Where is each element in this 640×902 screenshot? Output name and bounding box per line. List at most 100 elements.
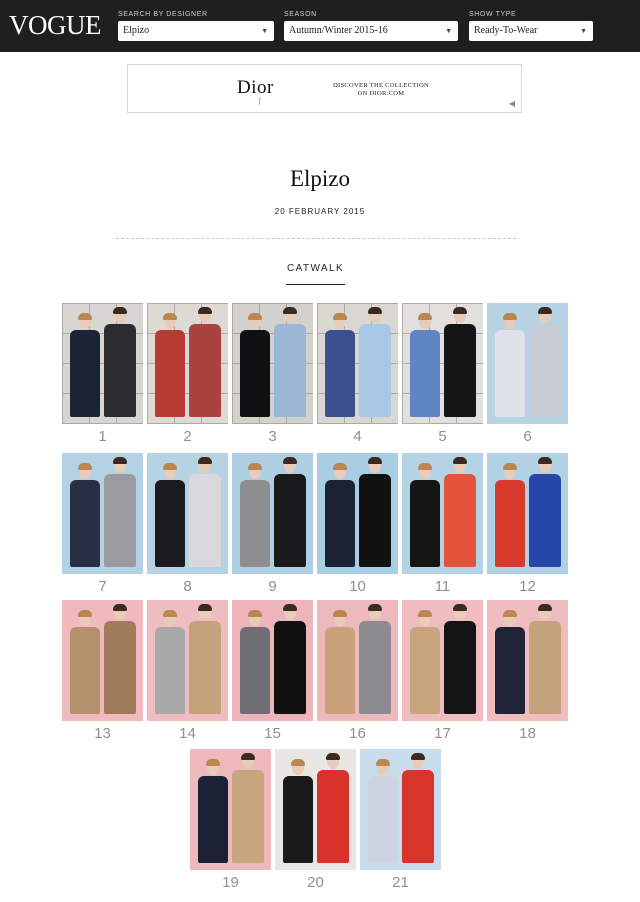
- model-hair: [198, 604, 212, 611]
- look-card[interactable]: 10: [317, 453, 398, 595]
- look-card[interactable]: 11: [402, 453, 483, 595]
- model-outfit: [240, 627, 270, 714]
- model-hair: [163, 313, 177, 320]
- look-photo[interactable]: [232, 600, 313, 721]
- model-hair: [283, 604, 297, 611]
- season-filter-label: SEASON: [284, 11, 317, 18]
- model-outfit: [283, 776, 313, 863]
- look-card[interactable]: 19: [190, 749, 271, 891]
- model-outfit: [155, 330, 185, 417]
- look-photo[interactable]: [487, 453, 568, 574]
- model-outfit: [325, 627, 355, 714]
- look-photo[interactable]: [275, 749, 356, 870]
- model-hair: [368, 457, 382, 464]
- look-card[interactable]: 5: [402, 303, 483, 445]
- look-number: 15: [264, 725, 281, 742]
- look-card[interactable]: 4: [317, 303, 398, 445]
- look-card[interactable]: 8: [147, 453, 228, 595]
- site-header: VOGUE SEARCH BY DESIGNER Elpizo ▼ SEASON…: [0, 0, 640, 52]
- look-number: 1: [98, 428, 107, 445]
- look-photo[interactable]: [62, 453, 143, 574]
- look-photo[interactable]: [147, 453, 228, 574]
- model-hair: [283, 457, 297, 464]
- look-card[interactable]: 1: [62, 303, 143, 445]
- look-photo[interactable]: [402, 303, 483, 424]
- model-outfit: [70, 330, 100, 417]
- model-hair: [376, 759, 390, 766]
- look-number: 9: [268, 578, 277, 595]
- look-card[interactable]: 3: [232, 303, 313, 445]
- model-outfit: [529, 621, 561, 714]
- model-hair: [291, 759, 305, 766]
- look-card[interactable]: 6: [487, 303, 568, 445]
- chevron-down-icon: ▼: [261, 27, 268, 35]
- season-select-value: Autumn/Winter 2015-16: [289, 25, 388, 36]
- look-number: 4: [353, 428, 362, 445]
- model-hair: [326, 753, 340, 760]
- model-outfit: [529, 324, 561, 417]
- look-card[interactable]: 7: [62, 453, 143, 595]
- model-outfit: [368, 776, 398, 863]
- look-card[interactable]: 12: [487, 453, 568, 595]
- model-hair: [368, 307, 382, 314]
- look-photo[interactable]: [487, 600, 568, 721]
- look-card[interactable]: 2: [147, 303, 228, 445]
- look-photo[interactable]: [190, 749, 271, 870]
- model-hair: [333, 610, 347, 617]
- model-outfit: [70, 627, 100, 714]
- model-hair: [198, 457, 212, 464]
- look-photo[interactable]: [317, 453, 398, 574]
- model-outfit: [325, 480, 355, 567]
- look-photo[interactable]: [147, 303, 228, 424]
- model-hair: [538, 457, 552, 464]
- model-hair: [198, 307, 212, 314]
- model-hair: [283, 307, 297, 314]
- show-type-filter: SHOW TYPE Ready-To-Wear ▼: [469, 10, 593, 41]
- look-card[interactable]: 9: [232, 453, 313, 595]
- look-photo[interactable]: [232, 303, 313, 424]
- model-hair: [113, 604, 127, 611]
- model-hair: [333, 313, 347, 320]
- model-outfit: [240, 480, 270, 567]
- look-number: 17: [434, 725, 451, 742]
- look-photo[interactable]: [317, 600, 398, 721]
- tab-catwalk[interactable]: CATWALK: [286, 263, 345, 274]
- model-hair: [248, 313, 262, 320]
- look-photo[interactable]: [402, 453, 483, 574]
- look-photo[interactable]: [62, 600, 143, 721]
- designer-filter: SEARCH BY DESIGNER Elpizo ▼: [118, 10, 274, 41]
- look-photo[interactable]: [232, 453, 313, 574]
- season-select[interactable]: Autumn/Winter 2015-16 ▼: [284, 21, 458, 41]
- look-photo[interactable]: [487, 303, 568, 424]
- model-outfit: [359, 324, 391, 417]
- look-card[interactable]: 14: [147, 600, 228, 742]
- look-card[interactable]: 15: [232, 600, 313, 742]
- look-number: 12: [519, 578, 536, 595]
- model-hair: [503, 313, 517, 320]
- chevron-down-icon: ▼: [445, 27, 452, 35]
- model-outfit: [155, 480, 185, 567]
- look-card[interactable]: 17: [402, 600, 483, 742]
- look-card[interactable]: 20: [275, 749, 356, 891]
- model-outfit: [104, 474, 136, 567]
- model-hair: [453, 604, 467, 611]
- look-photo[interactable]: [147, 600, 228, 721]
- look-card[interactable]: 18: [487, 600, 568, 742]
- look-card[interactable]: 21: [360, 749, 441, 891]
- look-card[interactable]: 16: [317, 600, 398, 742]
- look-card[interactable]: 13: [62, 600, 143, 742]
- model-outfit: [104, 324, 136, 417]
- designer-select[interactable]: Elpizo ▼: [118, 21, 274, 41]
- model-hair: [248, 463, 262, 470]
- look-photo[interactable]: [62, 303, 143, 424]
- dior-advert[interactable]: Dior ʃ DISCOVER THE COLLECTION ON DIOR.C…: [127, 64, 522, 113]
- look-photo[interactable]: [360, 749, 441, 870]
- look-photo[interactable]: [317, 303, 398, 424]
- speaker-icon[interactable]: ◀: [509, 99, 515, 108]
- look-photo[interactable]: [402, 600, 483, 721]
- show-type-select[interactable]: Ready-To-Wear ▼: [469, 21, 593, 41]
- look-number: 6: [523, 428, 532, 445]
- vogue-logo[interactable]: VOGUE: [9, 10, 102, 40]
- model-outfit: [189, 324, 221, 417]
- model-outfit: [232, 770, 264, 863]
